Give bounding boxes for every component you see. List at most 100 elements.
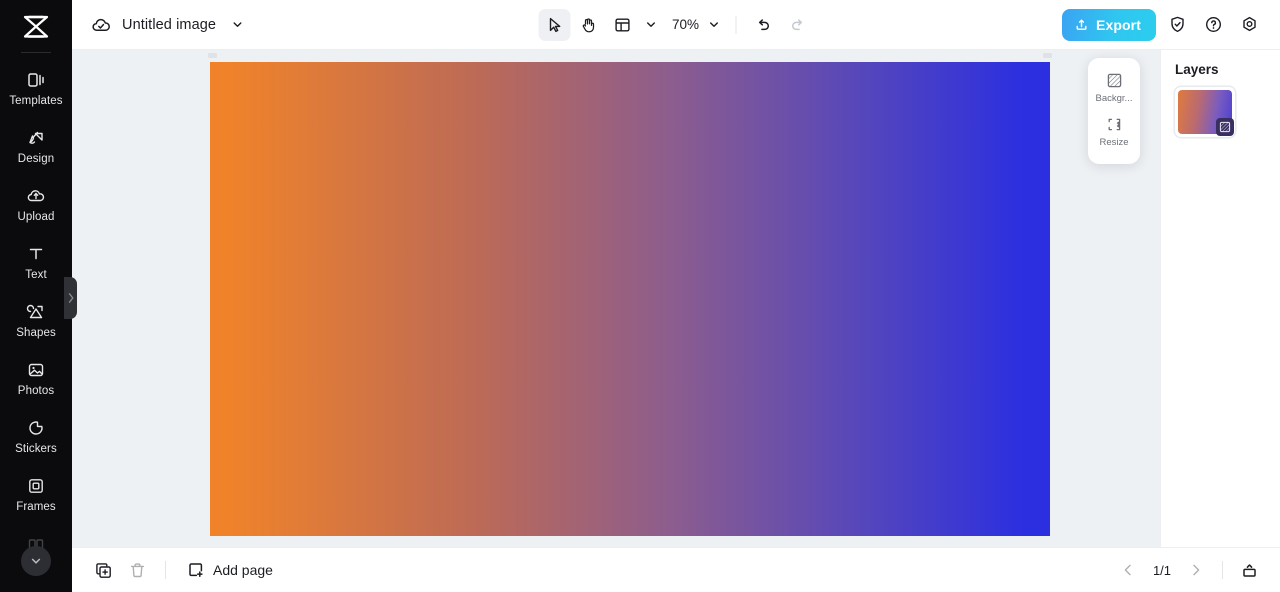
hand-tool-button[interactable]	[573, 9, 605, 41]
design-canvas[interactable]	[210, 62, 1050, 536]
duplicate-page-icon	[95, 562, 111, 578]
select-tool-button[interactable]	[538, 8, 571, 41]
document-title[interactable]: Untitled image	[122, 17, 216, 33]
sidebar-expand-more-button[interactable]	[21, 546, 51, 576]
background-hatch-icon	[1219, 121, 1231, 133]
chevron-down-icon	[709, 22, 718, 27]
document-title-menu-button[interactable]	[226, 14, 248, 36]
delete-page-button[interactable]	[122, 555, 152, 585]
toolbar-divider	[735, 15, 737, 34]
export-upload-icon	[1074, 17, 1089, 32]
redo-arrow-icon	[791, 18, 803, 30]
cursor-arrow-icon	[549, 17, 561, 32]
page-grid-icon	[1242, 563, 1256, 577]
sidebar-divider	[21, 52, 51, 53]
sidebar-items: Templates Design Upload Text Shapes Phot…	[0, 59, 72, 523]
capcut-logo-icon[interactable]	[19, 12, 53, 42]
chevron-down-icon	[31, 558, 41, 564]
design-icon	[26, 128, 46, 148]
shield-check-button[interactable]	[1162, 10, 1192, 40]
canvas-floating-toolbar: Backgr... Resize	[1088, 58, 1140, 164]
background-tool-button[interactable]: Backgr...	[1092, 66, 1136, 110]
page-grid-view-button[interactable]	[1234, 555, 1264, 585]
sidebar-item-text[interactable]: Text	[0, 233, 72, 291]
chevron-down-icon	[646, 22, 655, 27]
toolbar-center-group: 70%	[538, 0, 814, 49]
sidebar-item-templates[interactable]: Templates	[0, 59, 72, 117]
layout-grid-icon	[615, 18, 630, 32]
resize-tool-label: Resize	[1099, 137, 1129, 148]
redo-button[interactable]	[782, 9, 814, 41]
sidebar-collapse-handle[interactable]	[64, 277, 77, 319]
add-page-label: Add page	[213, 562, 273, 578]
zoom-level-value[interactable]: 70%	[664, 17, 702, 32]
toolbar-right-group: Export	[1062, 8, 1280, 41]
trash-icon	[130, 562, 144, 577]
layers-panel: Layers	[1160, 50, 1280, 547]
previous-page-button[interactable]	[1113, 555, 1143, 585]
selection-handle-top-left[interactable]	[208, 53, 217, 58]
templates-icon	[26, 70, 46, 90]
undo-arrow-icon	[758, 18, 770, 30]
sidebar-item-photos[interactable]: Photos	[0, 349, 72, 407]
sidebar-item-label: Frames	[16, 500, 56, 513]
add-page-icon	[187, 561, 205, 579]
bottom-divider	[165, 561, 166, 579]
sidebar-item-shapes[interactable]: Shapes	[0, 291, 72, 349]
next-page-button[interactable]	[1181, 555, 1211, 585]
upload-cloud-icon	[26, 186, 46, 206]
undo-button[interactable]	[748, 9, 780, 41]
chevron-right-icon	[68, 293, 73, 303]
layer-item[interactable]	[1175, 87, 1235, 137]
layers-panel-title: Layers	[1175, 62, 1219, 77]
chevron-left-icon	[1124, 564, 1131, 576]
sidebar-item-stickers[interactable]: Stickers	[0, 407, 72, 465]
background-tool-label: Backgr...	[1095, 93, 1133, 104]
background-hatch-icon	[1106, 72, 1123, 89]
top-toolbar: Untitled image 70% Export	[72, 0, 1280, 50]
chevron-right-icon	[1193, 564, 1200, 576]
layout-tool-button[interactable]	[607, 9, 639, 41]
layout-tool-group	[607, 9, 662, 41]
sidebar-item-label: Shapes	[16, 326, 56, 339]
resize-tool-button[interactable]: Resize	[1092, 110, 1136, 154]
shapes-icon	[26, 302, 46, 322]
sidebar-bottom	[0, 512, 72, 592]
sidebar-item-label: Text	[25, 268, 47, 281]
settings-button[interactable]	[1234, 10, 1264, 40]
export-button[interactable]: Export	[1062, 8, 1156, 41]
sidebar-item-label: Upload	[17, 210, 55, 223]
left-sidebar: Templates Design Upload Text Shapes Phot…	[0, 0, 77, 592]
help-button[interactable]	[1198, 10, 1228, 40]
sidebar-item-design[interactable]: Design	[0, 117, 72, 175]
bottom-toolbar: Add page 1/1	[72, 547, 1280, 592]
cloud-saved-icon[interactable]	[90, 14, 112, 36]
photos-icon	[26, 360, 46, 380]
sidebar-item-label: Design	[17, 152, 55, 165]
layout-options-button[interactable]	[640, 14, 662, 36]
zoom-options-button[interactable]	[703, 14, 725, 36]
stickers-icon	[26, 418, 46, 438]
duplicate-page-button[interactable]	[88, 555, 118, 585]
text-icon	[26, 244, 46, 264]
layer-background-badge	[1216, 118, 1234, 136]
gear-hex-icon	[1242, 16, 1256, 32]
page-counter: 1/1	[1152, 562, 1172, 578]
bottom-right-group: 1/1	[1113, 555, 1264, 585]
shield-check-icon	[1170, 16, 1184, 33]
canvas-workspace[interactable]: Backgr... Resize	[72, 50, 1160, 547]
add-page-button[interactable]: Add page	[179, 556, 281, 584]
chevron-down-icon	[233, 22, 242, 27]
sidebar-item-label: Stickers	[15, 442, 57, 455]
bottom-left-group: Add page	[88, 555, 281, 585]
selection-handle-top-right[interactable]	[1043, 53, 1052, 58]
bottom-right-divider	[1222, 561, 1223, 579]
question-circle-icon	[1205, 16, 1221, 33]
sidebar-item-label: Photos	[17, 384, 55, 397]
resize-icon	[1106, 116, 1123, 133]
toolbar-left-group: Untitled image	[72, 14, 248, 36]
sidebar-item-upload[interactable]: Upload	[0, 175, 72, 233]
hand-icon	[582, 17, 595, 32]
zoom-control-group: 70%	[664, 14, 725, 36]
sidebar-item-label: Templates	[9, 94, 63, 107]
